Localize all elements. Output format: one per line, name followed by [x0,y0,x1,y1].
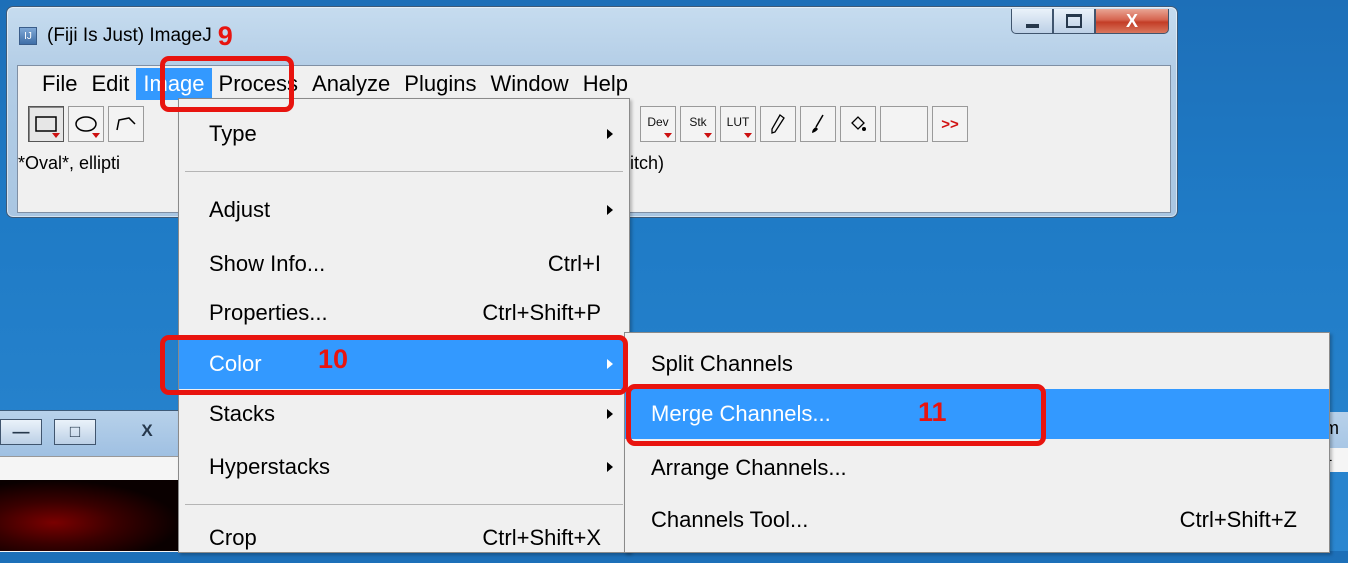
imagej-app-icon: IJ [19,27,37,45]
submenu-arrow-icon [607,205,613,215]
annotation-box-merge-channels [626,384,1046,446]
menu-separator [185,504,623,505]
pencil-tool[interactable] [760,106,796,142]
menu-edit[interactable]: Edit [84,68,136,100]
menu-item-show-info[interactable]: Show Info... Ctrl+I [179,239,629,289]
minimize-icon: — [12,422,30,441]
menu-item-shortcut: Ctrl+Shift+X [482,525,601,550]
close-button[interactable]: X [1095,9,1169,34]
menu-item-hyperstacks[interactable]: Hyperstacks [179,442,629,492]
window-title: (Fiji Is Just) ImageJ [47,25,212,46]
menu-item-label: Crop [209,525,257,550]
menu-item-properties[interactable]: Properties... Ctrl+Shift+P [179,288,629,338]
window-controls: X [1011,9,1169,34]
status-bar: *Oval*, ellipti itch) [18,148,664,178]
menu-item-adjust[interactable]: Adjust [179,185,629,235]
menu-item-type[interactable]: Type [179,109,629,159]
menu-item-label: Show Info... [209,251,326,276]
maximize-icon: □ [69,422,81,441]
oval-tool[interactable] [68,106,104,142]
dev-label: Dev [647,115,669,129]
submenu-item-arrange-channels[interactable]: Arrange Channels... [625,443,1329,493]
submenu-arrow-icon [607,409,613,419]
image-window-titlebar: — □ X [0,410,200,457]
oval-icon [75,116,97,132]
lut-tool[interactable]: LUT [720,106,756,142]
stk-tool[interactable]: Stk [680,106,716,142]
dev-tool[interactable]: Dev [640,106,676,142]
menu-help[interactable]: Help [576,68,635,100]
menu-item-shortcut: Ctrl+I [547,251,601,276]
submenu-item-split-channels[interactable]: Split Channels [625,339,1329,389]
maximize-icon [1066,14,1082,28]
menu-analyze[interactable]: Analyze [305,68,397,100]
fluorescence-image [0,480,180,551]
minimize-button[interactable] [1011,9,1053,34]
polygon-icon [116,117,136,131]
menu-plugins[interactable]: Plugins [397,68,483,100]
brush-tool[interactable] [800,106,836,142]
menu-item-stacks[interactable]: Stacks [179,389,629,439]
submenu-item-label: Split Channels [651,351,793,376]
menu-file[interactable]: File [18,68,84,100]
step-11-marker: 11 [918,397,947,427]
minimize-icon [1025,23,1039,28]
annotation-box-color-item [160,335,628,395]
window-title-bar: IJ (Fiji Is Just) ImageJ 9 [19,20,233,51]
submenu-arrow-icon [607,129,613,139]
stk-label: Stk [689,115,707,129]
more-tools-label: >> [941,115,959,133]
submenu-arrow-icon [607,462,613,472]
menu-item-label: Adjust [209,197,271,222]
step-9-marker: 9 [217,20,233,51]
menu-item-label: Hyperstacks [209,454,331,479]
image-window-maximize-button[interactable]: □ [54,419,96,445]
image-window-close-button[interactable]: X [122,419,172,443]
menu-item-shortcut: Ctrl+Shift+P [482,300,601,325]
menu-item-label: Properties... [209,300,328,325]
lut-label: LUT [726,115,750,129]
submenu-item-label: Arrange Channels... [651,455,847,480]
menu-item-label: Stacks [209,401,276,426]
annotation-box-image-menu [160,56,294,112]
submenu-item-shortcut: Ctrl+Shift+Z [1179,507,1297,532]
step-10-marker: 10 [318,344,349,374]
pencil-icon [771,114,785,134]
empty-tool-slot[interactable] [880,106,928,142]
menu-separator [185,171,623,172]
submenu-item-channels-tool[interactable]: Channels Tool... Ctrl+Shift+Z [625,495,1329,545]
menu-window[interactable]: Window [483,68,575,100]
paint-bucket-icon [851,116,866,131]
flood-fill-tool[interactable] [840,106,876,142]
status-text-left: *Oval*, ellipti [18,152,121,173]
menu-item-label: Type [209,121,257,146]
close-icon: X [141,421,153,440]
polygon-tool[interactable] [108,106,144,142]
brush-icon [812,114,824,133]
image-menu-dropdown: Type Adjust Show Info... Ctrl+I Propertie… [178,98,630,553]
menu-item-crop[interactable]: Crop Ctrl+Shift+X [179,513,629,563]
status-text-right: itch) [630,152,665,173]
close-icon: X [1125,10,1138,31]
maximize-button[interactable] [1053,9,1095,34]
more-tools-button[interactable]: >> [932,106,968,142]
rectangle-icon [35,116,57,132]
submenu-item-label: Channels Tool... [651,507,809,532]
image-window-minimize-button[interactable]: — [0,419,42,445]
rectangle-tool[interactable] [28,106,64,142]
